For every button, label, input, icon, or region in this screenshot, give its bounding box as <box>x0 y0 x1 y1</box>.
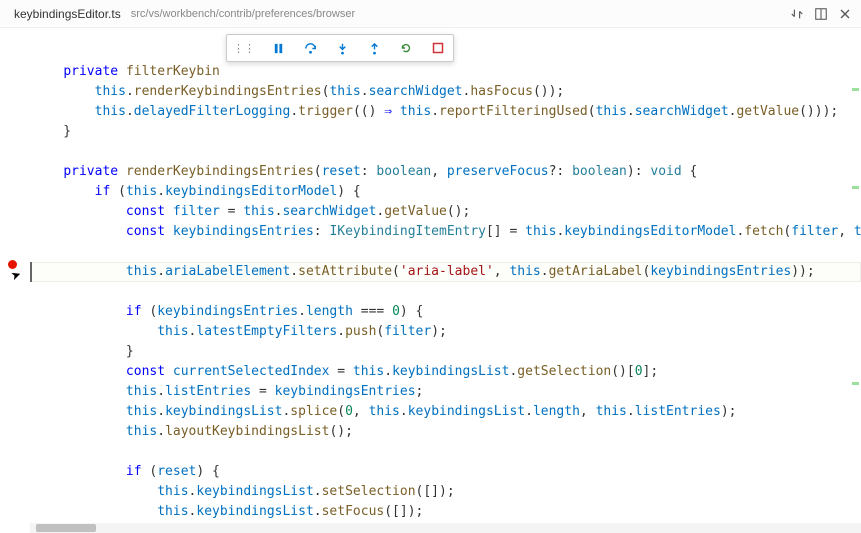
code-editor[interactable]: private filterKeybin this.renderKeybindi… <box>30 28 861 533</box>
code-line[interactable]: } <box>30 122 861 142</box>
horizontal-scrollbar[interactable] <box>30 523 861 533</box>
code-line[interactable]: } <box>30 342 861 362</box>
compare-changes-icon[interactable] <box>789 6 805 22</box>
editor-title-bar: keybindingsEditor.ts src/vs/workbench/co… <box>0 0 861 28</box>
file-path: src/vs/workbench/contrib/preferences/bro… <box>131 8 355 20</box>
code-line[interactable]: if (keybindingsEntries.length === 0) { <box>30 302 861 322</box>
code-line[interactable]: this.keybindingsList.setFocus([]); <box>30 502 861 522</box>
restart-icon[interactable] <box>397 39 415 57</box>
scrollbar-thumb[interactable] <box>36 524 96 532</box>
code-line[interactable]: this.delayedFilterLogging.trigger(() ⇒ t… <box>30 102 861 122</box>
gutter[interactable]: ➤ <box>0 28 30 533</box>
code-line[interactable]: private filterKeybin <box>30 62 861 82</box>
code-line[interactable] <box>30 242 861 262</box>
stop-icon[interactable] <box>429 39 447 57</box>
code-line[interactable]: this.latestEmptyFilters.push(filter); <box>30 322 861 342</box>
code-line[interactable]: private renderKeybindingsEntries(reset: … <box>30 162 861 182</box>
step-into-icon[interactable] <box>333 39 351 57</box>
step-over-icon[interactable] <box>301 39 319 57</box>
code-line[interactable]: this.layoutKeybindingsList(); <box>30 422 861 442</box>
code-line[interactable]: this.ariaLabelElement.setAttribute('aria… <box>30 262 861 282</box>
code-line[interactable]: this.renderKeybindingsEntries(this.searc… <box>30 82 861 102</box>
ruler-mark <box>852 382 859 385</box>
ruler-mark <box>852 88 859 91</box>
step-out-icon[interactable] <box>365 39 383 57</box>
code-line[interactable]: this.listEntries = keybindingsEntries; <box>30 382 861 402</box>
code-line[interactable]: this.keybindingsList.setSelection([]); <box>30 482 861 502</box>
code-line[interactable] <box>30 142 861 162</box>
code-line[interactable] <box>30 442 861 462</box>
debug-toolbar[interactable]: ⋮⋮ <box>226 34 454 62</box>
code-line[interactable]: if (reset) { <box>30 462 861 482</box>
code-line[interactable]: const filter = this.searchWidget.getValu… <box>30 202 861 222</box>
code-line[interactable] <box>30 282 861 302</box>
close-icon[interactable] <box>837 6 853 22</box>
cursor-pointer-icon: ➤ <box>9 267 23 284</box>
code-line[interactable]: const keybindingsEntries: IKeybindingIte… <box>30 222 861 242</box>
code-line[interactable]: if (this.keybindingsEditorModel) { <box>30 182 861 202</box>
file-name[interactable]: keybindingsEditor.ts <box>8 4 127 24</box>
grip-icon[interactable]: ⋮⋮ <box>233 42 255 55</box>
editor-area: ➤ private filterKeybin this.renderKeybin… <box>0 28 861 533</box>
pause-icon[interactable] <box>269 39 287 57</box>
split-editor-icon[interactable] <box>813 6 829 22</box>
code-line[interactable]: this.keybindingsList.splice(0, this.keyb… <box>30 402 861 422</box>
title-actions <box>789 6 853 22</box>
code-line[interactable]: const currentSelectedIndex = this.keybin… <box>30 362 861 382</box>
overview-ruler <box>849 28 861 533</box>
ruler-mark <box>852 186 859 189</box>
